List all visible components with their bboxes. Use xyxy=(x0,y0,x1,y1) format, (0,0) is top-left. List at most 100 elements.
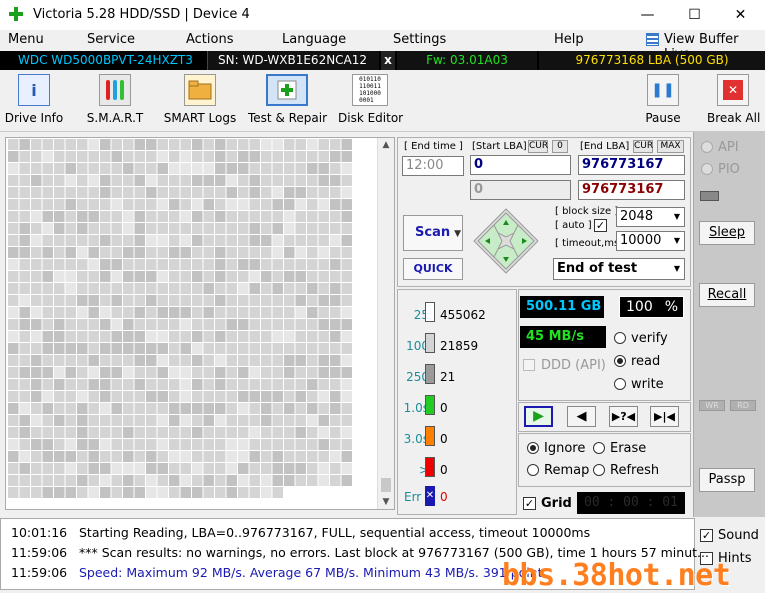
map-block xyxy=(261,391,272,402)
map-block xyxy=(226,379,237,390)
break-all-button[interactable]: ✕ Break All xyxy=(707,74,760,125)
log-row: 10:01:16 Starting Reading, LBA=0..9767731… xyxy=(11,525,590,540)
map-block xyxy=(272,271,283,282)
map-block xyxy=(203,223,214,234)
repair-refresh[interactable]: Refresh xyxy=(593,463,659,478)
map-block xyxy=(261,367,272,378)
map-block xyxy=(31,343,42,354)
map-block xyxy=(42,223,53,234)
smart-button[interactable]: S.M.A.R.T xyxy=(84,74,146,125)
device-model: WDC WD5000BPVT-24HXZT3 xyxy=(0,51,205,70)
map-block xyxy=(295,463,306,474)
mode-verify[interactable]: verify xyxy=(614,331,668,346)
test-repair-label: Test & Repair xyxy=(248,111,328,125)
map-block xyxy=(54,331,65,342)
map-block xyxy=(226,259,237,270)
end-lba-field[interactable]: 976773167 xyxy=(578,155,685,175)
map-block xyxy=(307,463,318,474)
device-close-x[interactable]: x xyxy=(381,51,395,70)
drive-info-button[interactable]: i Drive Info xyxy=(4,74,64,125)
menu-menu[interactable]: Menu xyxy=(8,32,44,47)
map-block xyxy=(295,439,306,450)
menu-service[interactable]: Service xyxy=(87,32,135,47)
block-size-select[interactable]: 2048 ▼ xyxy=(616,207,685,227)
map-block xyxy=(157,163,168,174)
auto-label: [ auto ] xyxy=(555,220,592,231)
recall-button[interactable]: Recall xyxy=(699,283,755,307)
radio-dot xyxy=(614,332,626,344)
map-block xyxy=(123,439,134,450)
minimize-button[interactable]: — xyxy=(625,0,670,30)
random-seek-icon[interactable]: ▶?◀ xyxy=(609,406,638,427)
map-block xyxy=(54,415,65,426)
map-block xyxy=(307,355,318,366)
map-block xyxy=(261,175,272,186)
timeout-select[interactable]: 10000 ▼ xyxy=(616,231,685,251)
map-block xyxy=(226,343,237,354)
maximize-button[interactable]: ☐ xyxy=(672,0,717,30)
scroll-thumb[interactable] xyxy=(381,478,391,492)
smart-logs-button[interactable]: SMART Logs xyxy=(163,74,237,125)
start-lba-field[interactable]: 0 xyxy=(470,155,571,175)
map-block xyxy=(215,139,226,150)
menu-actions[interactable]: Actions xyxy=(186,32,234,47)
api-radio[interactable]: API xyxy=(701,140,739,155)
test-repair-button[interactable]: Test & Repair xyxy=(248,74,328,125)
map-block xyxy=(123,343,134,354)
pause-button[interactable]: ❚❚ Pause xyxy=(642,74,684,125)
auto-checkbox[interactable]: ✓ xyxy=(594,219,607,232)
map-block xyxy=(203,331,214,342)
mode-write[interactable]: write xyxy=(614,377,664,392)
scroll-down-arrow[interactable]: ▼ xyxy=(378,497,394,507)
map-block xyxy=(203,307,214,318)
map-block xyxy=(42,271,53,282)
direction-pad[interactable] xyxy=(472,207,540,275)
sleep-button[interactable]: Sleep xyxy=(699,221,755,245)
map-block xyxy=(295,355,306,366)
ddd-checkbox[interactable] xyxy=(523,359,535,371)
map-block xyxy=(295,163,306,174)
map-block xyxy=(42,295,53,306)
pio-radio[interactable]: PIO xyxy=(701,162,740,177)
map-block xyxy=(19,475,30,486)
reverse-icon[interactable]: ◀ xyxy=(567,406,596,427)
passp-button[interactable]: Passp xyxy=(699,468,755,492)
map-block xyxy=(157,307,168,318)
map-block xyxy=(146,319,157,330)
scan-button[interactable]: Scan ▼ xyxy=(403,215,463,251)
map-block xyxy=(192,235,203,246)
map-block xyxy=(203,403,214,414)
repair-remap[interactable]: Remap xyxy=(527,463,589,478)
end-action-select[interactable]: End of test ▼ xyxy=(553,258,685,280)
map-block xyxy=(19,235,30,246)
menu-settings[interactable]: Settings xyxy=(393,32,446,47)
map-block xyxy=(31,355,42,366)
map-scrollbar[interactable]: ▲ ▼ xyxy=(377,138,394,509)
menu-help[interactable]: Help xyxy=(554,32,584,47)
quick-button[interactable]: QUICK xyxy=(403,258,463,280)
start-cur-button[interactable]: CUR xyxy=(528,140,548,153)
sound-checkbox[interactable]: ✓ xyxy=(700,529,713,542)
scroll-up-arrow[interactable]: ▲ xyxy=(378,140,394,150)
menu-language[interactable]: Language xyxy=(282,32,346,47)
end-cur-button[interactable]: CUR xyxy=(633,140,653,153)
map-block xyxy=(8,427,19,438)
repair-ignore[interactable]: Ignore xyxy=(527,441,585,456)
start-zero-button[interactable]: 0 xyxy=(552,140,568,153)
repair-erase[interactable]: Erase xyxy=(593,441,646,456)
map-block xyxy=(65,379,76,390)
mode-read[interactable]: read xyxy=(614,354,660,369)
end-max-button[interactable]: MAX xyxy=(657,140,684,153)
close-button[interactable]: ✕ xyxy=(718,0,763,30)
map-block xyxy=(284,355,295,366)
disk-editor-button[interactable]: 010110 110011 101000 0001 Disk Editor xyxy=(338,74,403,125)
butterfly-icon[interactable]: ▶|◀ xyxy=(650,406,679,427)
grid-checkbox[interactable]: ✓ xyxy=(523,497,536,510)
end-time-field[interactable]: 12:00 xyxy=(402,156,464,176)
map-block xyxy=(100,271,111,282)
play-icon[interactable]: ▶ xyxy=(524,406,553,427)
map-block xyxy=(19,283,30,294)
map-block xyxy=(146,379,157,390)
map-block xyxy=(180,403,191,414)
map-block xyxy=(238,247,249,258)
